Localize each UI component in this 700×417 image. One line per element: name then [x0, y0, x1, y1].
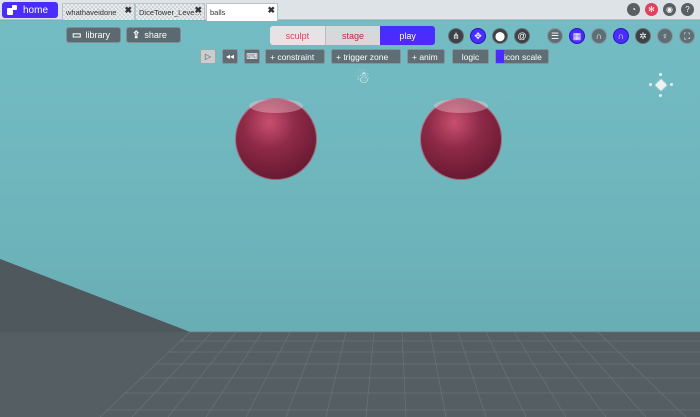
- app-logo-icon: [7, 5, 17, 15]
- add-constraint-button[interactable]: + constraint: [265, 49, 325, 64]
- mode-sculpt-button[interactable]: sculpt: [270, 26, 325, 45]
- list-icon[interactable]: ☰: [547, 28, 563, 44]
- mode-stage-button[interactable]: stage: [324, 26, 381, 45]
- share-button[interactable]: ⇪ share: [126, 27, 181, 43]
- tab-balls[interactable]: balls ✖: [206, 3, 278, 21]
- tree-hierarchy-icon[interactable]: ⋔: [448, 28, 464, 44]
- move-arrows-icon[interactable]: ✥: [470, 28, 486, 44]
- share-label: share: [144, 30, 167, 40]
- scene-ground: [0, 259, 700, 417]
- 3d-viewport[interactable]: ▭ library ⇪ share sculpt stage play ▷ ◂◂…: [0, 21, 700, 417]
- fullscreen-icon[interactable]: ⛶: [679, 28, 695, 44]
- film-reel-icon[interactable]: ✲: [635, 28, 651, 44]
- logic-button[interactable]: logic: [452, 49, 489, 64]
- library-label: library: [85, 30, 110, 40]
- grid-icon[interactable]: ▦: [569, 28, 585, 44]
- close-icon[interactable]: ✖: [194, 5, 202, 16]
- tab-whathaveidone[interactable]: whathaveidone ✖: [62, 3, 135, 20]
- settings-gear-icon[interactable]: ✻: [645, 3, 658, 16]
- close-icon[interactable]: ✖: [124, 5, 132, 16]
- sphere-nodes-icon[interactable]: ⬤: [492, 28, 508, 44]
- view-gizmo[interactable]: [649, 73, 673, 97]
- ground-slope: [0, 259, 190, 332]
- help-icon[interactable]: ?: [681, 3, 694, 16]
- folder-icon: ▭: [72, 29, 82, 41]
- player-character-icon[interactable]: ☃: [354, 69, 372, 91]
- tab-bar: home whathaveidone ✖ DiceTower_Leve… ✖ b…: [0, 0, 700, 21]
- mode-play-button[interactable]: play: [380, 26, 435, 45]
- magnet-active-icon[interactable]: ∩: [613, 28, 629, 44]
- rewind-button[interactable]: ◂◂: [222, 49, 238, 64]
- mode-switch: sculpt stage play: [270, 26, 435, 45]
- sphere-right[interactable]: [420, 98, 502, 180]
- tab-label: whathaveidone: [66, 7, 117, 17]
- discord-icon[interactable]: ◉: [663, 3, 676, 16]
- library-button[interactable]: ▭ library: [66, 27, 121, 43]
- home-tab[interactable]: home: [2, 2, 58, 18]
- tab-label: balls: [210, 8, 226, 17]
- tab-label: DiceTower_Leve…: [139, 7, 202, 17]
- magnet-icon[interactable]: ∩: [591, 28, 607, 44]
- spiral-icon[interactable]: @: [514, 28, 530, 44]
- close-icon[interactable]: ✖: [267, 5, 275, 16]
- speedometer-icon[interactable]: ◔: [627, 3, 640, 16]
- share-icon: ⇪: [132, 29, 141, 41]
- sphere-left[interactable]: [235, 98, 317, 180]
- play-button[interactable]: ▷: [200, 49, 216, 64]
- home-tab-label: home: [23, 4, 49, 16]
- icon-scale-slider[interactable]: icon scale: [495, 49, 549, 64]
- tab-dicetower[interactable]: DiceTower_Leve… ✖: [135, 3, 205, 20]
- lightbulb-icon[interactable]: ♀: [657, 28, 673, 44]
- keyboard-icon[interactable]: ⌨: [244, 49, 260, 64]
- view-cube-icon[interactable]: [655, 79, 667, 91]
- add-anim-button[interactable]: + anim: [407, 49, 445, 64]
- add-trigger-zone-button[interactable]: + trigger zone: [331, 49, 401, 64]
